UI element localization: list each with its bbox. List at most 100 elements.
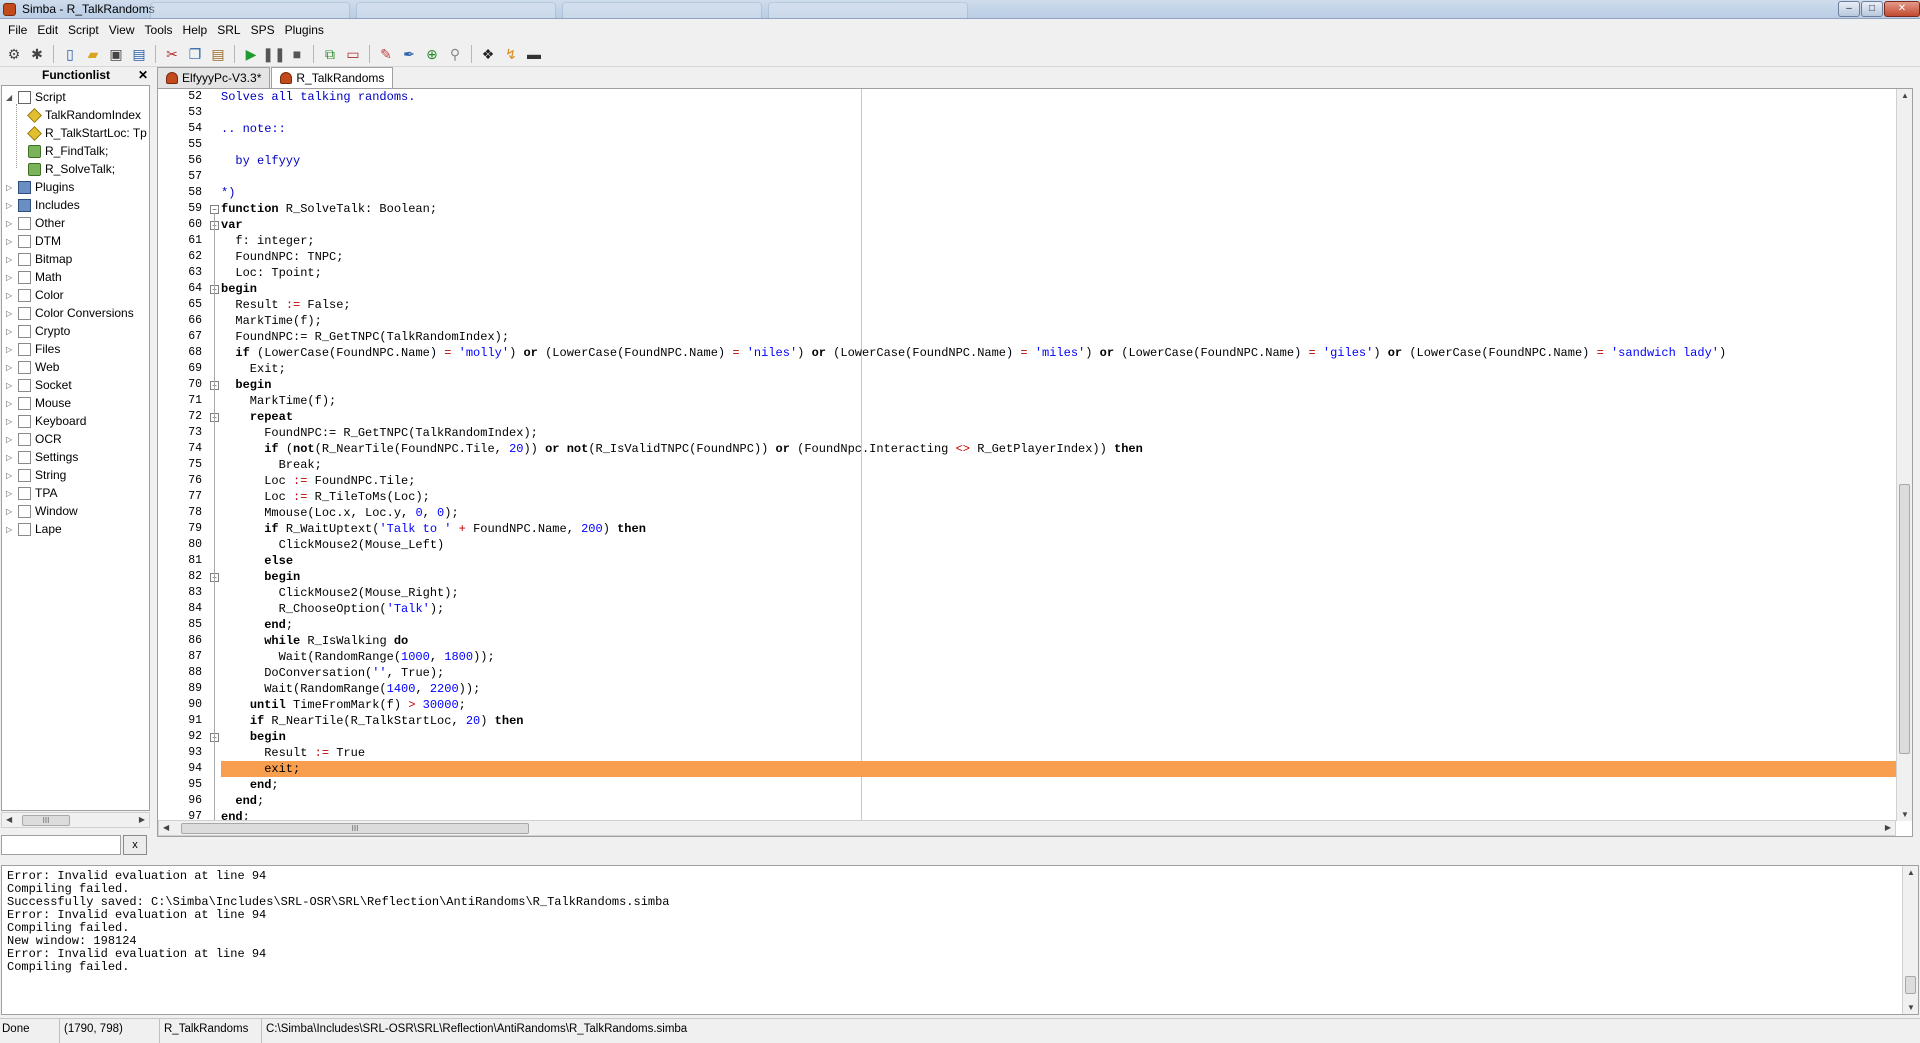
globe-icon[interactable]: ⊕ (422, 44, 442, 64)
maximize-button[interactable]: □ (1861, 1, 1883, 17)
code-line[interactable]: FoundNPC:= R_GetTNPC(TalkRandomIndex); (221, 329, 1896, 345)
tree-item-lape[interactable]: ▷ Lape (6, 520, 62, 538)
tree-item-ocr[interactable]: ▷ OCR (6, 430, 62, 448)
tree-item-r-talkstartloc-tp[interactable]: R_TalkStartLoc: Tp (27, 124, 147, 142)
scroll-down-icon[interactable]: ▼ (1901, 810, 1909, 819)
expand-arrow-icon[interactable]: ▷ (6, 237, 15, 246)
scroll-left-icon[interactable]: ◀ (163, 823, 169, 832)
code-line[interactable]: begin (221, 281, 1896, 297)
tree-item-math[interactable]: ▷ Math (6, 268, 62, 286)
expand-arrow-icon[interactable]: ▷ (6, 291, 15, 300)
extra-icon[interactable]: ↯ (501, 44, 521, 64)
code-line[interactable]: Mmouse(Loc.x, Loc.y, 0, 0); (221, 505, 1896, 521)
editor-hscroll-thumb[interactable]: III (181, 823, 529, 834)
panel-splitter[interactable] (0, 857, 1920, 865)
code-line[interactable] (221, 137, 1896, 153)
code-line[interactable]: end; (221, 793, 1896, 809)
code-line[interactable]: ClickMouse2(Mouse_Left) (221, 537, 1896, 553)
tree-item-plugins[interactable]: ▷ Plugins (6, 178, 74, 196)
run-icon[interactable]: ▶ (241, 44, 261, 64)
code-line[interactable]: function R_SolveTalk: Boolean; (221, 201, 1896, 217)
code-line[interactable]: if (LowerCase(FoundNPC.Name) = 'molly') … (221, 345, 1896, 361)
code-line[interactable]: *) (221, 185, 1896, 201)
code-line[interactable]: Exit; (221, 361, 1896, 377)
tree-item-dtm[interactable]: ▷ DTM (6, 232, 61, 250)
code-line[interactable]: Wait(RandomRange(1400, 2200)); (221, 681, 1896, 697)
pause-icon[interactable]: ❚❚ (262, 44, 285, 64)
tree-item-script[interactable]: ◢ Script (6, 88, 66, 106)
editor-scroll-thumb[interactable] (1899, 484, 1910, 754)
tree-item-tpa[interactable]: ▷ TPA (6, 484, 57, 502)
scroll-right-icon[interactable]: ▶ (1885, 823, 1891, 832)
expand-arrow-icon[interactable]: ▷ (6, 471, 15, 480)
code-line[interactable]: by elfyyy (221, 153, 1896, 169)
menu-script[interactable]: Script (64, 19, 105, 41)
expand-arrow-icon[interactable]: ▷ (6, 255, 15, 264)
editor-horizontal-scrollbar[interactable]: ◀ III ▶ (158, 820, 1896, 836)
tab-r-talkrandoms[interactable]: R_TalkRandoms (271, 67, 394, 89)
save-all-icon[interactable]: ▤ (129, 44, 149, 64)
current-code-line[interactable]: exit; (221, 761, 1896, 777)
code-line[interactable]: end; (221, 617, 1896, 633)
menu-plugins[interactable]: Plugins (281, 19, 330, 41)
code-line[interactable]: DoConversation('', True); (221, 665, 1896, 681)
eyedropper-icon[interactable]: ✒ (399, 44, 419, 64)
menu-sps[interactable]: SPS (247, 19, 281, 41)
code-line[interactable]: while R_IsWalking do (221, 633, 1896, 649)
close-panel-icon[interactable]: ✕ (138, 67, 148, 84)
expand-arrow-icon[interactable]: ▷ (6, 417, 15, 426)
code-line[interactable]: Result := True (221, 745, 1896, 761)
new-file-icon[interactable]: ▯ (60, 44, 80, 64)
code-line[interactable]: else (221, 553, 1896, 569)
scroll-left-icon[interactable]: ◀ (6, 815, 12, 824)
expand-arrow-icon[interactable]: ▷ (6, 345, 15, 354)
scroll-up-icon[interactable]: ▲ (1907, 868, 1915, 877)
code-line[interactable]: f: integer; (221, 233, 1896, 249)
expand-arrow-icon[interactable]: ▷ (6, 525, 15, 534)
code-line[interactable]: Wait(RandomRange(1000, 1800)); (221, 649, 1896, 665)
expand-arrow-icon[interactable]: ▷ (6, 507, 15, 516)
scroll-down-icon[interactable]: ▼ (1907, 1003, 1915, 1012)
code-line[interactable]: Loc := FoundNPC.Tile; (221, 473, 1896, 489)
function-tree[interactable]: ◢ Script TalkRandomIndex R_TalkStartLoc: Tp… (1, 85, 150, 811)
code-editor[interactable]: 52 53 54 55 56 57 58 59 60 61 62 63 64 65 66 67 68 69 70 71… (157, 88, 1913, 837)
copy-icon[interactable]: ❐ (185, 44, 205, 64)
tree-item-color[interactable]: ▷ Color (6, 286, 64, 304)
scroll-right-icon[interactable]: ▶ (139, 815, 145, 824)
code-line[interactable]: if R_WaitUptext('Talk to ' + FoundNPC.Na… (221, 521, 1896, 537)
code-line[interactable]: R_ChooseOption('Talk'); (221, 601, 1896, 617)
code-line[interactable]: Solves all talking randoms. (221, 89, 1896, 105)
code-line[interactable]: FoundNPC: TNPC; (221, 249, 1896, 265)
code-line[interactable]: repeat (221, 409, 1896, 425)
code-line[interactable]: var (221, 217, 1896, 233)
code-line[interactable]: end; (221, 777, 1896, 793)
tree-item-crypto[interactable]: ▷ Crypto (6, 322, 70, 340)
console-icon[interactable]: ▬ (524, 44, 544, 64)
expand-arrow-icon[interactable]: ▷ (6, 435, 15, 444)
expand-arrow-icon[interactable]: ▷ (6, 399, 15, 408)
tree-item-web[interactable]: ▷ Web (6, 358, 59, 376)
menu-file[interactable]: File (4, 19, 33, 41)
expand-arrow-icon[interactable]: ▷ (6, 489, 15, 498)
code-line[interactable]: .. note:: (221, 121, 1896, 137)
target-window-icon[interactable]: ▭ (343, 44, 363, 64)
code-line[interactable]: MarkTime(f); (221, 313, 1896, 329)
output-vertical-scrollbar[interactable]: ▲ ▼ (1902, 866, 1918, 1014)
tree-item-talkrandomindex[interactable]: TalkRandomIndex (27, 106, 141, 124)
code-line[interactable]: Break; (221, 457, 1896, 473)
code-line[interactable]: Loc := R_TileToMs(Loc); (221, 489, 1896, 505)
tab-elfyyypc[interactable]: ElfyyyPc-V3.3* (157, 67, 271, 88)
expand-arrow-icon[interactable]: ▷ (6, 219, 15, 228)
scroll-up-icon[interactable]: ▲ (1901, 91, 1909, 100)
tree-item-settings[interactable]: ▷ Settings (6, 448, 78, 466)
code-line[interactable]: FoundNPC:= R_GetTNPC(TalkRandomIndex); (221, 425, 1896, 441)
stop-icon[interactable]: ■ (287, 44, 307, 64)
code-line[interactable]: begin (221, 569, 1896, 585)
tree-item-bitmap[interactable]: ▷ Bitmap (6, 250, 72, 268)
menu-help[interactable]: Help (179, 19, 214, 41)
close-button[interactable]: ✕ (1884, 1, 1920, 17)
tree-item-files[interactable]: ▷ Files (6, 340, 60, 358)
expand-arrow-icon[interactable]: ▷ (6, 201, 15, 210)
minimize-button[interactable]: – (1838, 1, 1860, 17)
expand-arrow-icon[interactable]: ▷ (6, 309, 15, 318)
